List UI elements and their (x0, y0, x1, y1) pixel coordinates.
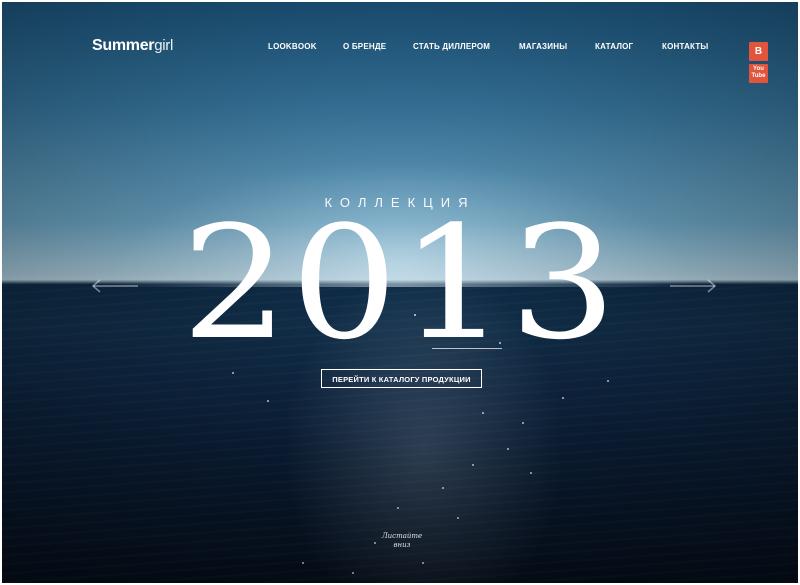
year-underline (432, 348, 502, 349)
collection-year: 2013 (181, 192, 619, 374)
nav-item-stores[interactable]: МАГАЗИНЫ (519, 42, 567, 51)
vk-icon-label: B (754, 46, 763, 57)
nav-item-about-brand[interactable]: О БРЕНДЕ (343, 42, 386, 51)
youtube-icon[interactable]: You Tube (749, 64, 768, 83)
nav-item-become-dealer[interactable]: СТАТЬ ДИЛЛЕРОМ (413, 42, 490, 51)
go-to-catalog-button[interactable]: ПЕРЕЙТИ К КАТАЛОГУ ПРОДУКЦИИ (321, 369, 482, 388)
nav-item-catalog[interactable]: КАТАЛОГ (595, 42, 633, 51)
scroll-hint-line1: Листайте (381, 532, 423, 540)
page: Summergirl LOOKBOOK О БРЕНДЕ СТАТЬ ДИЛЛЕ… (0, 0, 800, 585)
scroll-hint-line2: вниз (393, 541, 411, 549)
youtube-icon-label-top: You (753, 66, 764, 72)
youtube-icon-label-bottom: Tube (751, 73, 766, 79)
hero-background: Summergirl LOOKBOOK О БРЕНДЕ СТАТЬ ДИЛЛЕ… (2, 2, 798, 583)
main-nav: LOOKBOOK О БРЕНДЕ СТАТЬ ДИЛЛЕРОМ МАГАЗИН… (2, 42, 798, 56)
nav-item-lookbook[interactable]: LOOKBOOK (268, 42, 317, 51)
vk-icon[interactable]: B (749, 42, 768, 61)
scroll-down-hint[interactable]: Листайте вниз (362, 532, 442, 550)
nav-item-contacts[interactable]: КОНТАКТЫ (662, 42, 708, 51)
